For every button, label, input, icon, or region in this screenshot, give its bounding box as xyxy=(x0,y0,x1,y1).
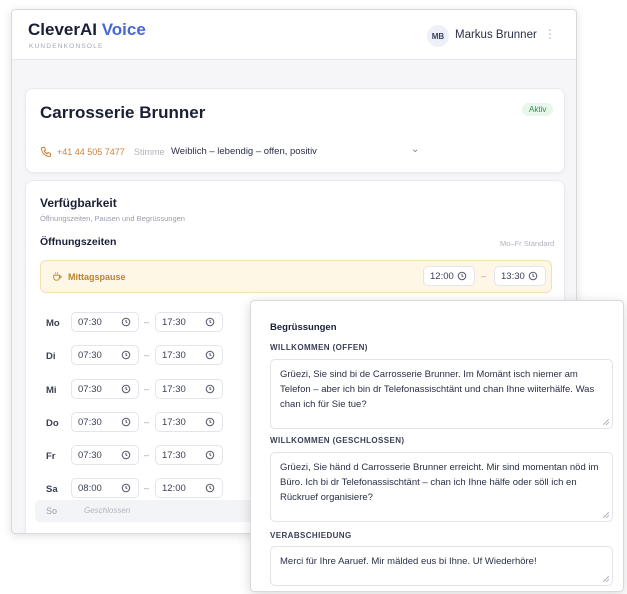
goodbye-text: Merci für Ihre Aaruef. Mir mälded eus bi… xyxy=(280,556,537,567)
welcome-open-text: Grüezi, Sie sind bi de Carrosserie Brunn… xyxy=(280,369,595,410)
time-value: 17:30 xyxy=(162,349,186,361)
chevron-down-icon[interactable]: ⌄ xyxy=(411,144,419,155)
clock-icon xyxy=(121,450,131,460)
company-name: Carrosserie Brunner xyxy=(40,103,206,122)
day-label: Mo xyxy=(46,318,60,329)
time-value: 07:30 xyxy=(78,349,102,361)
phone-number[interactable]: +41 44 505 7477 xyxy=(57,147,125,157)
open-from-input[interactable]: 07:30 xyxy=(71,345,139,365)
day-row-so[interactable]: So Geschlossen xyxy=(35,500,259,522)
clock-icon xyxy=(205,450,215,460)
time-value: 17:30 xyxy=(162,383,186,395)
resize-handle-icon[interactable] xyxy=(603,576,609,582)
clock-icon xyxy=(121,417,131,427)
open-from-input[interactable]: 07:30 xyxy=(71,312,139,332)
resize-handle-icon[interactable] xyxy=(603,512,609,518)
time-value: 08:00 xyxy=(78,482,102,494)
open-to-input[interactable]: 17:30 xyxy=(155,412,223,432)
user-avatar[interactable]: MB xyxy=(427,25,449,47)
section-title: Verfügbarkeit xyxy=(40,196,117,210)
greetings-panel: Begrüssungen WILLKOMMEN (OFFEN) Grüezi, … xyxy=(250,300,624,592)
clock-icon xyxy=(121,483,131,493)
clock-icon xyxy=(121,384,131,394)
resize-handle-icon[interactable] xyxy=(603,419,609,425)
open-from-input[interactable]: 07:30 xyxy=(71,412,139,432)
welcome-closed-text: Grüezi, Sie händ d Carrosserie Brunner e… xyxy=(280,462,599,503)
lunch-from-value: 12:00 xyxy=(430,270,454,282)
open-to-input[interactable]: 17:30 xyxy=(155,312,223,332)
status-badge: Aktiv xyxy=(522,103,554,116)
clock-icon xyxy=(457,271,467,281)
open-from-input[interactable]: 08:00 xyxy=(71,478,139,498)
day-label: So xyxy=(46,506,58,516)
welcome-open-textarea[interactable]: Grüezi, Sie sind bi de Carrosserie Brunn… xyxy=(270,359,613,429)
clock-icon xyxy=(205,384,215,394)
day-label: Sa xyxy=(46,484,58,495)
coffee-icon xyxy=(53,272,62,281)
hours-standard-link[interactable]: Mo–Fr Standard xyxy=(500,239,554,248)
clock-icon xyxy=(205,317,215,327)
brand-subtitle: KUNDENKONSOLE xyxy=(29,43,104,50)
lunch-to-value: 13:30 xyxy=(501,270,525,282)
range-dash: – xyxy=(144,450,150,460)
user-name[interactable]: Markus Brunner xyxy=(455,29,537,41)
welcome-closed-textarea[interactable]: Grüezi, Sie händ d Carrosserie Brunner e… xyxy=(270,452,613,522)
welcome-closed-label: WILLKOMMEN (GESCHLOSSEN) xyxy=(270,436,405,445)
range-dash: – xyxy=(144,317,150,327)
clock-icon xyxy=(528,271,538,281)
range-dash: – xyxy=(144,417,150,427)
voice-select[interactable]: Weiblich – lebendig – offen, positiv xyxy=(171,146,317,157)
open-to-input[interactable]: 17:30 xyxy=(155,345,223,365)
brand-logo[interactable]: CleverAI Voice xyxy=(28,20,146,40)
company-card: Carrosserie Brunner Aktiv +41 44 505 747… xyxy=(25,88,565,173)
day-label: Fr xyxy=(46,451,56,462)
clock-icon xyxy=(205,350,215,360)
section-subtitle: Öffnungszeiten, Pausen und Begrüssungen xyxy=(40,214,185,223)
hours-title: Öffnungszeiten xyxy=(40,236,117,248)
clock-icon xyxy=(205,483,215,493)
welcome-open-label: WILLKOMMEN (OFFEN) xyxy=(270,343,368,352)
top-bar: CleverAI Voice KUNDENKONSOLE MB Markus B… xyxy=(12,10,576,60)
goodbye-textarea[interactable]: Merci für Ihre Aaruef. Mir mälded eus bi… xyxy=(270,546,613,586)
time-value: 17:30 xyxy=(162,316,186,328)
day-label: Mi xyxy=(46,385,57,396)
lunch-break-row: Mittagspause 12:00 – 13:30 xyxy=(40,260,552,293)
brand-accent: Voice xyxy=(101,20,146,39)
time-value: 17:30 xyxy=(162,416,186,428)
open-to-input[interactable]: 17:30 xyxy=(155,445,223,465)
range-dash: – xyxy=(144,483,150,493)
goodbye-label: VERABSCHIEDUNG xyxy=(270,531,352,540)
lunch-from-input[interactable]: 12:00 xyxy=(423,266,475,286)
time-value: 07:30 xyxy=(78,449,102,461)
brand-name: CleverAI xyxy=(28,20,97,39)
open-from-input[interactable]: 07:30 xyxy=(71,379,139,399)
greetings-title: Begrüssungen xyxy=(270,322,337,333)
time-value: 07:30 xyxy=(78,383,102,395)
range-dash: – xyxy=(144,384,150,394)
day-label: Do xyxy=(46,418,59,429)
clock-icon xyxy=(121,350,131,360)
lunch-to-input[interactable]: 13:30 xyxy=(494,266,546,286)
open-from-input[interactable]: 07:30 xyxy=(71,445,139,465)
clock-icon xyxy=(205,417,215,427)
more-menu-icon[interactable]: ⋮ xyxy=(544,27,556,41)
phone-icon xyxy=(40,147,51,158)
time-value: 07:30 xyxy=(78,316,102,328)
clock-icon xyxy=(121,317,131,327)
open-to-input[interactable]: 17:30 xyxy=(155,379,223,399)
range-dash: – xyxy=(144,350,150,360)
voice-label: Stimme xyxy=(134,147,165,157)
time-value: 07:30 xyxy=(78,416,102,428)
time-value: 17:30 xyxy=(162,449,186,461)
day-label: Di xyxy=(46,351,56,362)
open-to-input[interactable]: 12:00 xyxy=(155,478,223,498)
range-dash: – xyxy=(481,271,487,281)
lunch-break-label: Mittagspause xyxy=(68,272,126,282)
closed-label: Geschlossen xyxy=(84,506,131,515)
time-value: 12:00 xyxy=(162,482,186,494)
